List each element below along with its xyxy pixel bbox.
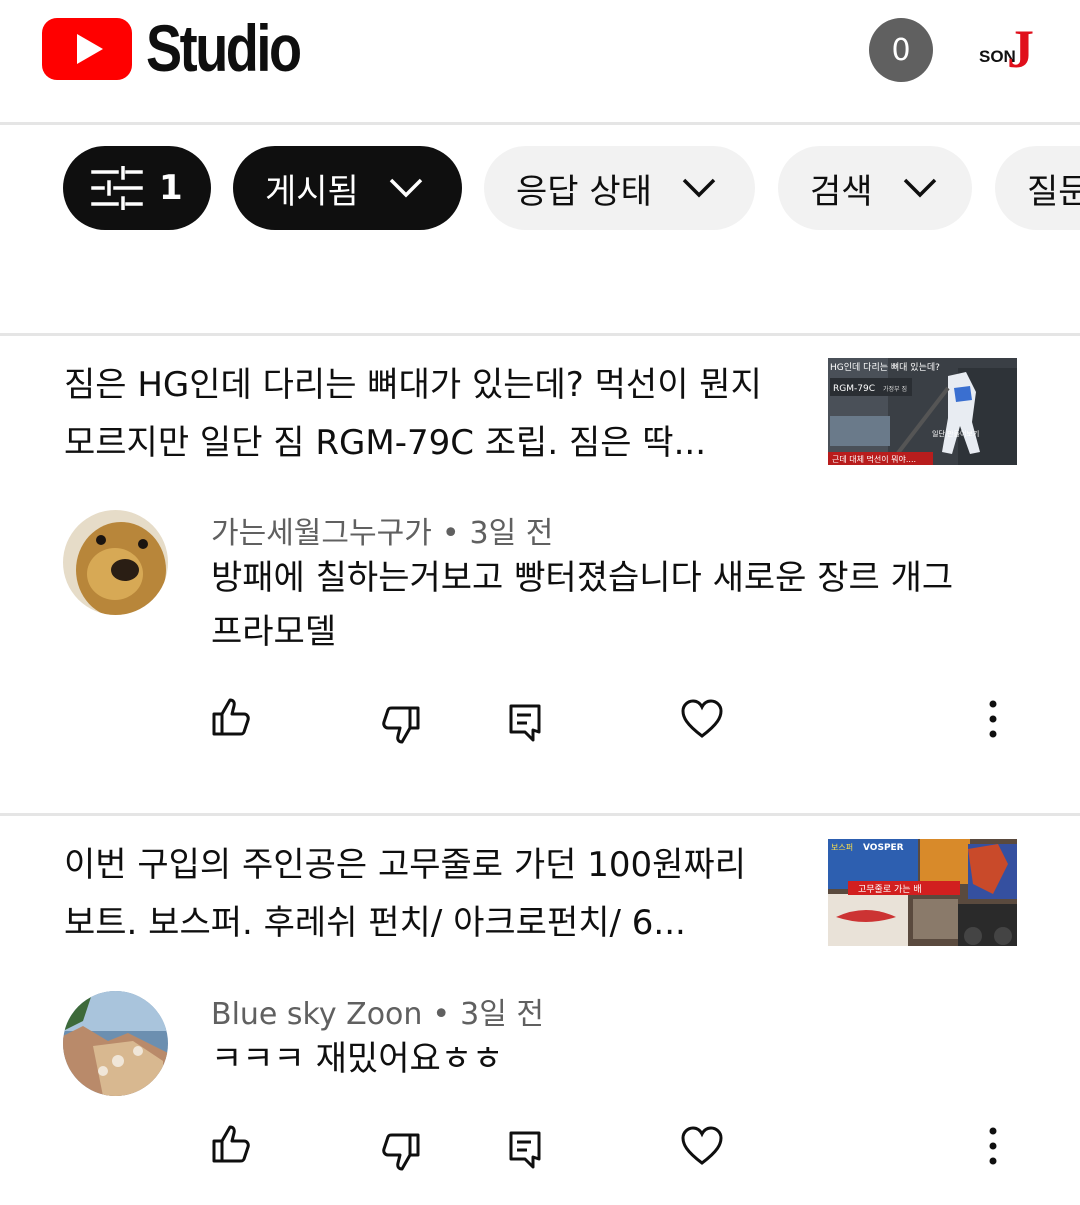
chevron-down-icon (682, 178, 716, 198)
comment-meta: Blue sky Zoon • 3일 전 (211, 997, 544, 1032)
chevron-down-icon (389, 178, 423, 198)
filter-chip-search[interactable]: 검색 (778, 146, 972, 230)
thumbnail-bottom: 근데 대체 먹선이 뭐야.... (832, 454, 916, 464)
reply-icon[interactable] (507, 702, 551, 746)
like-icon[interactable] (210, 1123, 254, 1167)
dislike-icon[interactable] (378, 1129, 422, 1173)
more-options-icon[interactable] (971, 1125, 1015, 1169)
account-avatar[interactable]: SON J (975, 22, 1035, 82)
filter-settings-chip[interactable]: 1 (63, 146, 211, 230)
app-header: Studio 0 SON J (0, 0, 1080, 122)
filter-chip-bar: 1 게시됨 응답 상태 검색 질문 (0, 146, 1080, 230)
comment-author[interactable]: 가는세월그누구가 (211, 516, 432, 551)
avatar[interactable] (63, 991, 168, 1096)
thumbnail-brand: VOSPER (863, 843, 904, 853)
thumbnail-box-label: 보스퍼 (831, 843, 853, 852)
comment-text: 방패에 칠하는거보고 빵터졌습니다 새로운 장르 개그 프라모델 (211, 558, 954, 652)
account-badge-letter: J (1007, 19, 1034, 79)
dislike-icon[interactable] (378, 702, 422, 746)
header-divider (0, 122, 1080, 125)
thumbnail-side: 일단 만들어보기 (932, 429, 979, 438)
comment-item: 짐은 HG인데 다리는 뼈대가 있는데? 먹선이 뭔지 모르지만 일단 짐 RG… (0, 336, 1080, 813)
filter-chip-response-status[interactable]: 응답 상태 (484, 146, 755, 230)
comment-author[interactable]: Blue sky Zoon (211, 997, 422, 1032)
filter-sliders-icon (91, 166, 143, 210)
chip-label: 게시됨 (265, 171, 359, 212)
video-title[interactable]: 이번 구입의 주인공은 고무줄로 가던 100원짜리 보트. 보스퍼. 후레쉬 … (64, 836, 774, 952)
notification-count: 0 (891, 32, 911, 68)
comment-time: 3일 전 (469, 516, 554, 551)
comment-text: ㅋㅋㅋ 재밌어요ㅎㅎ (211, 1039, 504, 1079)
video-thumbnail[interactable]: VOSPER 보스퍼 고무줄로 가는 배 (828, 839, 1017, 946)
thumbnail-model-sub: 가정부 짐 (883, 385, 907, 393)
chip-label: 질문 (1027, 171, 1080, 212)
chip-label: 응답 상태 (516, 171, 652, 212)
avatar[interactable] (63, 510, 168, 615)
like-icon[interactable] (210, 696, 254, 740)
video-title[interactable]: 짐은 HG인데 다리는 뼈대가 있는데? 먹선이 뭔지 모르지만 일단 짐 RG… (64, 356, 774, 472)
youtube-logo-icon (42, 18, 132, 80)
thumbnail-title: HG인데 다리는 뼈대 있는데? (830, 361, 940, 373)
comment-meta: 가는세월그누구가 • 3일 전 (211, 516, 554, 551)
heart-icon[interactable] (680, 1125, 724, 1169)
filter-chip-question[interactable]: 질문 (995, 146, 1080, 230)
notifications-button[interactable]: 0 (869, 18, 933, 82)
filter-chip-published[interactable]: 게시됨 (233, 146, 462, 230)
comment-item: 이번 구입의 주인공은 고무줄로 가던 100원짜리 보트. 보스퍼. 후레쉬 … (0, 816, 1080, 1205)
studio-logo-text: Studio (146, 11, 302, 85)
thumbnail-model: RGM-79C (833, 384, 875, 394)
filter-count: 1 (159, 168, 183, 208)
comment-time: 3일 전 (460, 997, 544, 1032)
reply-icon[interactable] (507, 1129, 551, 1173)
chevron-down-icon (903, 178, 936, 198)
thumbnail-banner: 고무줄로 가는 배 (858, 884, 922, 895)
video-thumbnail[interactable]: HG인데 다리는 뼈대 있는데? RGM-79C 가정부 짐 일단 만들어보기 … (828, 358, 1017, 465)
more-options-icon[interactable] (971, 698, 1015, 742)
chip-label: 검색 (810, 171, 873, 212)
heart-icon[interactable] (680, 698, 724, 742)
